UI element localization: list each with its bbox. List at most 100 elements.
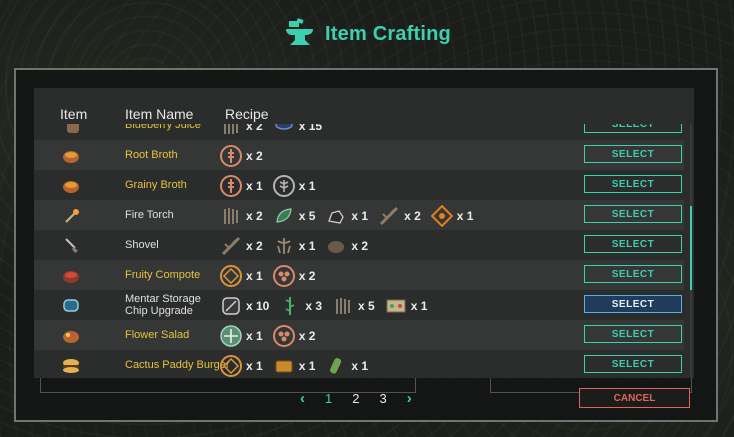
select-button[interactable]: SELECT (584, 295, 682, 313)
ingredient-quantity: x 5 (298, 209, 316, 223)
item-name: Cactus Paddy Burger (125, 359, 230, 371)
stick-icon (380, 206, 399, 226)
recipe-ingredients: x 2 x 5 x 1 x 2 x 1 (220, 205, 483, 227)
root-token-icon (220, 175, 242, 197)
table-header: Item Item Name Recipe (34, 88, 694, 124)
rock-icon (328, 241, 345, 253)
ingredient: x 1 (272, 175, 316, 197)
ingredient-quantity: x 1 (246, 329, 263, 343)
item-name: Fruity Compote (125, 269, 201, 281)
ingredient-quantity: x 2 (246, 149, 263, 163)
ingredient: x 2 (220, 205, 263, 227)
prev-page-button[interactable]: ‹ (300, 390, 305, 407)
berry-token-icon (272, 265, 295, 287)
compote-icon (63, 271, 79, 283)
ingredient-quantity: x 1 (298, 239, 316, 253)
recipe-table: Blueberry Juice x 2x 15 SELECT Root Broth x … (34, 88, 694, 378)
ingredient: x 2 (272, 265, 316, 287)
header-item: Item (60, 106, 88, 122)
ingredient: x 1 (385, 295, 428, 317)
select-button[interactable]: SELECT (584, 355, 682, 373)
select-button[interactable]: SELECT (584, 235, 682, 253)
ingredient-quantity: x 3 (305, 299, 323, 313)
ingredient-quantity: x 1 (410, 299, 428, 313)
scrollbar-thumb[interactable] (690, 206, 692, 290)
recipe-list: Blueberry Juice x 2x 15 SELECT Root Broth x … (34, 110, 684, 378)
broth-icon (63, 181, 79, 193)
cancel-button[interactable]: CANCEL (579, 388, 690, 408)
root-token-icon (220, 145, 242, 167)
ingredient: x 2 (220, 235, 263, 257)
fruit-token-icon (220, 265, 242, 287)
ingredient: x 3 (279, 295, 322, 317)
recipe-ingredients: x 1 x 1 (220, 175, 325, 197)
ingredient-quantity: x 1 (246, 359, 263, 373)
recipe-ingredients: x 2 (220, 145, 273, 167)
ingredient: x 1 (220, 175, 263, 197)
table-row: Cactus Paddy Burger x 1 x 1 x 1 SELECT (34, 350, 684, 378)
page-2-button[interactable]: 2 (352, 391, 359, 406)
ingredient-quantity: x 1 (246, 269, 263, 283)
root-fiber-icon (276, 238, 291, 254)
table-row: Flower Salad x 1 x 2 SELECT (34, 320, 684, 350)
ingredient: x 2 (272, 325, 316, 347)
ingredient-quantity: x 10 (246, 299, 270, 313)
ingredient-quantity: x 1 (246, 179, 263, 193)
item-name: Root Broth (125, 149, 178, 161)
anvil-icon (286, 18, 314, 45)
next-page-button[interactable]: › (407, 390, 412, 407)
select-button[interactable]: SELECT (584, 325, 682, 343)
select-button[interactable]: SELECT (584, 145, 682, 163)
item-name: Mentar Storage Chip Upgrade (125, 293, 201, 317)
ingredient: x 5 (273, 205, 316, 227)
ingredient-quantity: x 1 (456, 209, 474, 223)
stone-icon (328, 210, 345, 224)
item-name: Flower Salad (125, 329, 190, 341)
table-row: Fruity Compote x 1 x 2 SELECT (34, 260, 684, 290)
fire-token-icon (430, 205, 453, 227)
table-row: Fire Torch x 2 x 5 x 1 x 2 x 1 SELECT (34, 200, 684, 230)
ingredient: x 2 (378, 205, 421, 227)
page-3-button[interactable]: 3 (379, 391, 386, 406)
title-bar: Item Crafting (0, 14, 734, 54)
table-row: Shovel x 2 x 1 x 2 SELECT (34, 230, 684, 260)
bread-icon (275, 360, 293, 373)
header-item-name: Item Name (125, 106, 194, 122)
page-1-button[interactable]: 1 (325, 391, 332, 406)
fruit-token-icon (220, 355, 242, 377)
ingredient: x 1 (325, 205, 368, 227)
select-button[interactable]: SELECT (584, 175, 682, 193)
ingredient-quantity: x 2 (351, 239, 369, 253)
ingredient-quantity: x 2 (404, 209, 421, 223)
select-button[interactable]: SELECT (584, 205, 682, 223)
header-recipe: Recipe (225, 106, 269, 122)
board-icon (386, 299, 406, 313)
ingredient: x 1 (220, 265, 263, 287)
grain-token-icon (272, 175, 295, 197)
recipe-ingredients: x 2 x 1 x 2 (220, 235, 378, 257)
ingredient-quantity: x 2 (298, 329, 316, 343)
fiber-icon (336, 298, 351, 314)
ingredient: x 5 (332, 295, 375, 317)
ingredient-quantity: x 1 (298, 179, 316, 193)
recipe-ingredients: x 1 x 2 (220, 325, 325, 347)
ingredient-quantity: x 1 (351, 359, 369, 373)
berry-token-icon (272, 325, 295, 347)
ingredient: x 1 (273, 355, 315, 377)
ingredient: x 1 (220, 355, 263, 377)
ingredient-quantity: x 2 (298, 269, 316, 283)
salad-icon (63, 331, 79, 343)
ingredient-quantity: x 2 (246, 239, 263, 253)
table-row: Grainy Broth x 1 x 1 SELECT (34, 170, 684, 200)
ingredient-quantity: x 1 (351, 209, 369, 223)
recipe-ingredients: x 1 x 1 x 1 (220, 355, 378, 377)
ingredient-quantity: x 5 (358, 299, 375, 313)
vine-icon (286, 297, 295, 315)
pagination: ‹ 1 2 3 › (300, 390, 412, 407)
item-name: Shovel (125, 239, 159, 251)
page-title: Item Crafting (325, 22, 451, 45)
ingredient-quantity: x 2 (246, 209, 263, 223)
fiber-icon (224, 208, 238, 224)
select-button[interactable]: SELECT (584, 265, 682, 283)
broth-icon (63, 151, 79, 163)
